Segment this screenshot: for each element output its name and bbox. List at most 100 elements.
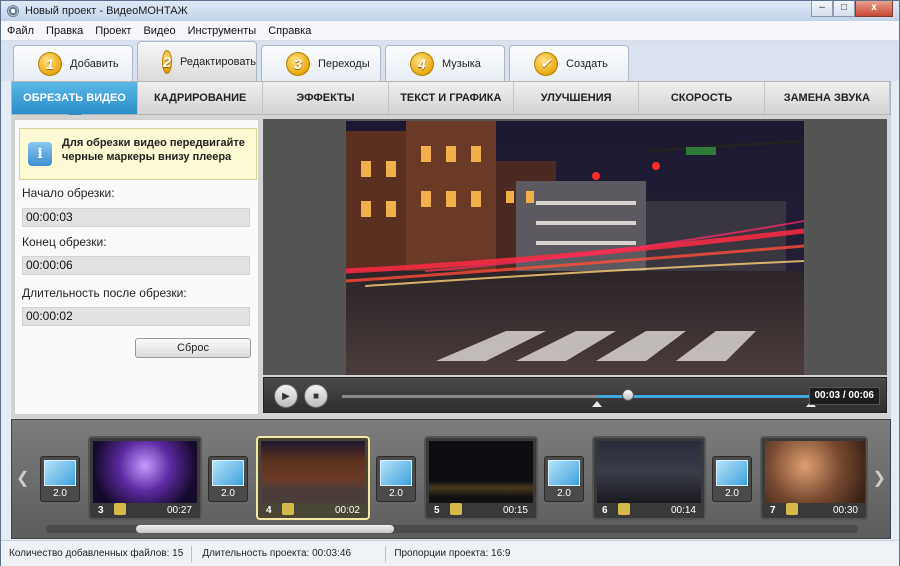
edit-pencil-icon[interactable] (618, 503, 630, 515)
clip-timeline: ❮ ❯ 2.0 3 00:27 2.0 4 00:02 2.0 5 00:15 … (11, 419, 891, 539)
transition-duration: 2.0 (53, 488, 67, 499)
reset-button[interactable]: Сброс (135, 338, 251, 358)
clip-thumbnail[interactable]: 7 00:30 (760, 436, 868, 520)
tab-replace-sound[interactable]: ЗАМЕНА ЗВУКА (765, 82, 890, 114)
player-controls: ▶ ■ 00:03 / 00:06 (263, 377, 887, 413)
clip-number: 6 (602, 505, 608, 516)
scroll-thumb[interactable] (136, 525, 394, 533)
edit-pencil-icon[interactable] (282, 503, 294, 515)
menu-project[interactable]: Проект (95, 25, 131, 37)
transition-thumbnail (548, 460, 580, 486)
tab-enhancements[interactable]: УЛУЧШЕНИЯ (514, 82, 640, 114)
status-bar: Количество добавленных файлов: 15 Длител… (1, 540, 899, 566)
transition-slot[interactable]: 2.0 (376, 456, 416, 502)
timeline-right-arrow[interactable]: ❯ (873, 468, 886, 488)
edit-pencil-icon[interactable] (114, 503, 126, 515)
tab-text-graphics[interactable]: ТЕКСТ И ГРАФИКА (389, 82, 514, 114)
clip-duration: 00:15 (502, 505, 528, 516)
clip-duration: 00:14 (670, 505, 696, 516)
status-project-duration: Длительность проекта: 00:03:46 (192, 545, 387, 562)
clip-image (429, 441, 533, 503)
transition-duration: 2.0 (389, 488, 403, 499)
close-button[interactable]: x (855, 1, 893, 17)
timeline-scrollbar[interactable] (46, 525, 858, 533)
step-add[interactable]: 1 Добавить (13, 45, 133, 81)
trim-end-label: Конец обрезки: (22, 235, 107, 249)
clip-thumbnail[interactable]: 3 00:27 (88, 436, 202, 520)
clip-image (597, 441, 701, 503)
timeline-left-arrow[interactable]: ❮ (16, 468, 29, 488)
menu-help[interactable]: Справка (268, 25, 311, 37)
clip-number: 5 (434, 505, 440, 516)
clip-thumbnail[interactable]: 5 00:15 (424, 436, 538, 520)
edit-pencil-icon[interactable] (450, 503, 462, 515)
tab-crop[interactable]: КАДРИРОВАНИЕ (138, 82, 264, 114)
info-text: Для обрезки видео передвигайте черные ма… (62, 137, 245, 163)
transition-slot[interactable]: 2.0 (208, 456, 248, 502)
preview-area (263, 119, 887, 375)
transition-slot[interactable]: 2.0 (40, 456, 80, 502)
step-edit[interactable]: 2 Редактировать (137, 41, 257, 81)
transition-thumbnail (212, 460, 244, 486)
trim-end-field[interactable]: 00:00:06 (22, 256, 250, 275)
trim-start-field[interactable]: 00:00:03 (22, 208, 250, 227)
clip-duration: 00:02 (334, 505, 360, 516)
clip-thumbnail[interactable]: 6 00:14 (592, 436, 706, 520)
workflow-steps: 1 Добавить 2 Редактировать 3 Переходы 4 … (1, 41, 899, 81)
info-icon: i (28, 142, 52, 166)
step-label: Редактировать (180, 55, 256, 68)
edit-pencil-icon[interactable] (786, 503, 798, 515)
title-bar: Новый проект - ВидеоМОНТАЖ – □ x (1, 1, 899, 21)
step-music[interactable]: 4 Музыка (385, 45, 505, 81)
play-button[interactable]: ▶ (274, 384, 298, 408)
app-icon (7, 5, 19, 17)
step-create[interactable]: ✓ Создать (509, 45, 629, 81)
menu-file[interactable]: Файл (7, 25, 34, 37)
transition-thumbnail (44, 460, 76, 486)
stop-button[interactable]: ■ (304, 384, 328, 408)
playhead[interactable] (622, 389, 634, 401)
step-number-badge: 4 (410, 51, 434, 76)
menu-tools[interactable]: Инструменты (188, 25, 257, 37)
step-number-badge: 1 (38, 51, 62, 76)
minimize-button[interactable]: – (811, 1, 833, 17)
transition-duration: 2.0 (557, 488, 571, 499)
step-transitions[interactable]: 3 Переходы (261, 45, 381, 81)
clip-image (765, 441, 865, 503)
stop-icon: ■ (312, 390, 320, 402)
menu-edit[interactable]: Правка (46, 25, 83, 37)
clip-duration: 00:27 (166, 505, 192, 516)
edit-workspace: i Для обрезки видео передвигайте черные … (11, 115, 891, 419)
trim-duration-field: 00:00:02 (22, 307, 250, 326)
trim-panel: i Для обрезки видео передвигайте черные … (14, 119, 259, 415)
trim-duration-label: Длительность после обрезки: (22, 286, 187, 300)
app-window: Новый проект - ВидеоМОНТАЖ – □ x Файл Пр… (0, 0, 900, 566)
clip-image (261, 441, 365, 503)
play-icon: ▶ (282, 390, 290, 402)
transition-slot[interactable]: 2.0 (712, 456, 752, 502)
tab-effects[interactable]: ЭФФЕКТЫ (263, 82, 389, 114)
clip-number: 4 (266, 505, 272, 516)
step-number-badge: 3 (286, 51, 310, 76)
clip-duration: 00:30 (832, 505, 858, 516)
tab-trim[interactable]: ОБРЕЗАТЬ ВИДЕО (12, 82, 138, 120)
step-label: Создать (566, 57, 608, 70)
transition-slot[interactable]: 2.0 (544, 456, 584, 502)
maximize-button[interactable]: □ (833, 1, 855, 17)
info-box: i Для обрезки видео передвигайте черные … (19, 128, 257, 180)
clip-thumbnail-selected[interactable]: 4 00:02 (256, 436, 370, 520)
transition-thumbnail (380, 460, 412, 486)
trim-start-label: Начало обрезки: (22, 186, 115, 200)
clip-number: 3 (98, 505, 104, 516)
window-title: Новый проект - ВидеоМОНТАЖ (25, 5, 188, 17)
menu-video[interactable]: Видео (143, 25, 175, 37)
step-number-badge: 2 (162, 49, 172, 74)
status-aspect-ratio: Пропорции проекта: 16:9 (394, 547, 511, 559)
step-label: Добавить (70, 57, 119, 70)
menu-bar: Файл Правка Проект Видео Инструменты Спр… (1, 21, 899, 41)
transition-thumbnail (716, 460, 748, 486)
step-label: Музыка (442, 57, 481, 70)
trim-start-marker[interactable] (592, 401, 602, 407)
tab-speed[interactable]: СКОРОСТЬ (639, 82, 765, 114)
video-preview (346, 121, 804, 375)
